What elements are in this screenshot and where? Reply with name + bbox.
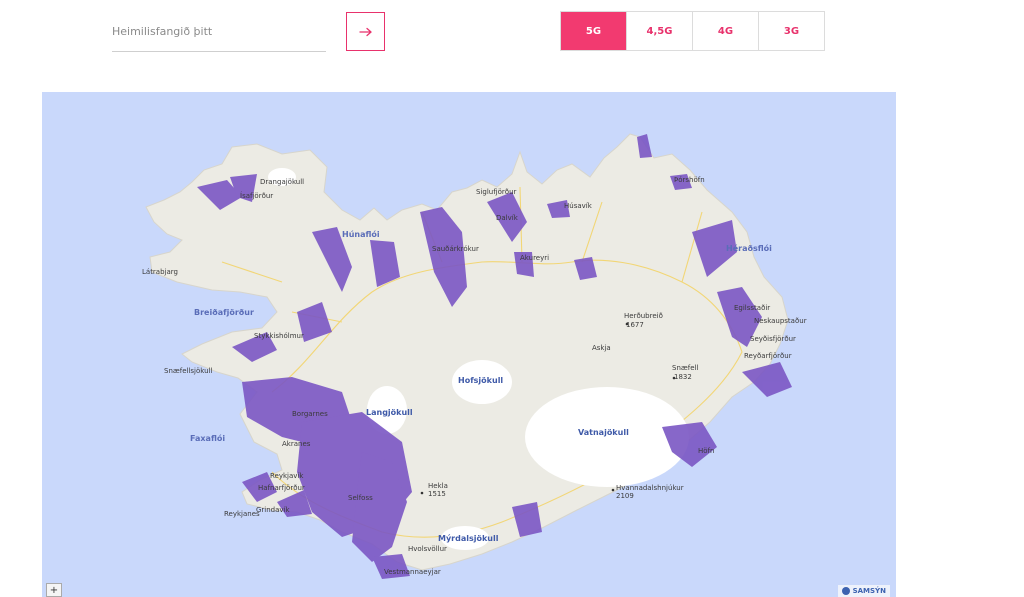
label-place: Egilsstaðir [734, 304, 771, 312]
label-place: Stykkishólmur [254, 332, 304, 340]
label-place: 1515 [428, 490, 446, 498]
label-myrdalsjokull: Mýrdalsjökull [438, 534, 499, 543]
tab-4g[interactable]: 4G [692, 12, 758, 50]
label-place: Borgarnes [292, 410, 328, 418]
label-place: Hekla [428, 482, 448, 490]
label-place: Hvolsvöllur [408, 545, 447, 553]
label-place: Askja [592, 344, 611, 352]
label-place: Sauðárkrókur [432, 245, 479, 253]
label-place: Vestmannaeyjar [384, 568, 441, 576]
label-place: Siglufjörður [476, 188, 517, 196]
address-search [112, 12, 326, 52]
label-hofsjokull: Hofsjökull [458, 376, 504, 385]
label-place: Snæfell [672, 364, 699, 372]
label-place: Þórshöfn [674, 176, 705, 184]
label-place: Höfn [698, 447, 715, 455]
label-place: Hafnarfjörður [258, 484, 305, 492]
label-place: Ísafjörður [240, 192, 274, 200]
address-input[interactable] [112, 12, 326, 50]
label-hunafloi: Húnaflói [342, 230, 380, 239]
map-attribution: SAMSÝN [837, 585, 890, 597]
label-langjokull: Langjökull [366, 408, 413, 417]
label-vatnajokull: Vatnajökull [578, 428, 629, 437]
label-place: Hvannadalshnjúkur [616, 484, 684, 492]
label-place: Dalvík [496, 214, 518, 222]
search-submit-button[interactable] [346, 12, 385, 51]
label-place: Drangajökull [260, 178, 305, 186]
tab-3g[interactable]: 3G [758, 12, 824, 50]
label-place: Látrabjarg [142, 268, 178, 276]
glacier-vatnajokull [525, 387, 689, 487]
arrow-right-icon [358, 27, 372, 36]
network-tabs: 5G 4,5G 4G 3G [560, 11, 825, 51]
label-place: 1832 [674, 373, 692, 381]
label-place: Reykjanes [224, 510, 260, 518]
label-place: Seyðisfjörður [750, 335, 796, 343]
label-heradsfloi: Héraðsflói [726, 244, 772, 253]
label-place: 2109 [616, 492, 634, 500]
label-place: Húsavík [564, 202, 592, 210]
label-faxafloi: Faxaflói [190, 434, 226, 443]
tab-5g[interactable]: 5G [561, 12, 626, 50]
label-place: Akureyri [520, 254, 550, 262]
attribution-text: SAMSÝN [852, 587, 886, 595]
label-place: Herðubreið [624, 312, 663, 320]
label-place: Reykjavík [270, 472, 304, 480]
label-place: Reyðarfjörður [744, 352, 792, 360]
tab-4-5g[interactable]: 4,5G [626, 12, 692, 50]
coverage-map[interactable]: Húnaflói Breiðafjörður Faxaflói Héraðsfl… [42, 92, 896, 597]
label-place: 1677 [626, 321, 644, 329]
iceland-map-graphic [145, 133, 792, 579]
label-place: Neskaupstaður [754, 317, 807, 325]
samsyn-logo-icon [841, 587, 850, 595]
label-place: Akranes [282, 440, 311, 448]
zoom-in-button[interactable]: + [46, 583, 62, 597]
label-breidafjordur: Breiðafjörður [194, 308, 254, 317]
label-place: Grindavík [256, 506, 290, 514]
label-place: Snæfellsjökull [164, 367, 213, 375]
label-place: Selfoss [348, 494, 373, 502]
